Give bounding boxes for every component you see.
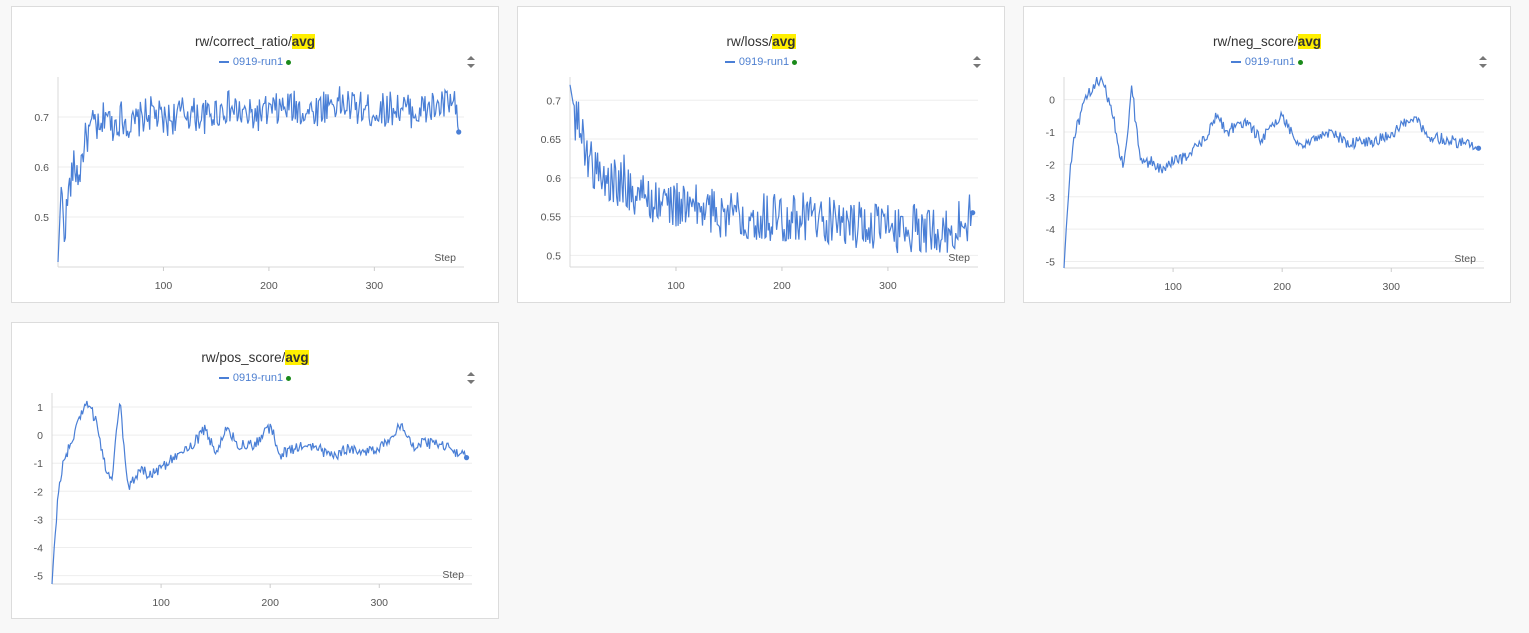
y-tick-label: 1 — [37, 402, 43, 414]
y-tick-label: 0.65 — [541, 134, 562, 146]
y-tick-label: 0.5 — [546, 250, 561, 262]
x-tick-label: 300 — [879, 280, 897, 292]
line-plot[interactable]: 0 -1 -2 -3 -4 -5 100 200 300 Step — [1024, 7, 1512, 304]
y-tick-label: -3 — [1046, 192, 1055, 204]
y-tick-label: -2 — [34, 486, 43, 498]
x-tick-label: 200 — [1273, 281, 1291, 293]
y-tick-label: -1 — [1046, 127, 1055, 139]
y-tick-label: -4 — [34, 542, 43, 554]
x-axis-label: Step — [434, 252, 456, 264]
chart-panel-neg-score: rw/neg_score/avg 0919-run1 0 -1 -2 -3 -4 -5 10… — [1023, 6, 1511, 303]
y-tick-label: 0.5 — [34, 212, 49, 224]
y-tick-label: 0 — [1049, 95, 1055, 107]
y-tick-label: 0.55 — [541, 212, 562, 224]
x-tick-label: 300 — [366, 280, 384, 292]
x-tick-label: 200 — [261, 597, 279, 609]
series-line[interactable] — [57, 86, 460, 263]
series-line[interactable] — [1063, 75, 1479, 269]
series-line[interactable] — [569, 84, 974, 254]
x-tick-label: 300 — [371, 597, 389, 609]
chart-panel-pos-score: rw/pos_score/avg 0919-run1 1 0 -1 -2 -3 -4 -5 1… — [11, 322, 499, 619]
chart-panel-loss: rw/loss/avg 0919-run1 0.5 0.55 0.6 0.65 0.7 1… — [517, 6, 1005, 303]
series-line[interactable] — [51, 400, 467, 585]
x-tick-label: 200 — [260, 280, 278, 292]
last-point-marker[interactable] — [456, 129, 462, 135]
y-tick-label: -5 — [1046, 257, 1055, 269]
line-plot[interactable]: 0.5 0.6 0.7 100 200 300 Step — [12, 7, 500, 304]
chart-panel-correct-ratio: rw/correct_ratio/avg 0919-run1 0.5 0.6 0.7… — [11, 6, 499, 303]
x-axis-label: Step — [442, 569, 464, 581]
y-tick-label: 0.7 — [34, 112, 49, 124]
line-plot[interactable]: 0.5 0.55 0.6 0.65 0.7 100 200 300 Step — [518, 7, 1006, 304]
last-point-marker[interactable] — [463, 455, 470, 461]
y-tick-label: 0.7 — [546, 95, 561, 107]
x-tick-label: 100 — [152, 597, 170, 609]
x-tick-label: 100 — [1164, 281, 1182, 293]
last-point-marker[interactable] — [970, 210, 976, 216]
y-tick-label: 0.6 — [546, 173, 561, 185]
x-tick-label: 300 — [1383, 281, 1401, 293]
x-tick-label: 200 — [773, 280, 791, 292]
x-axis-label: Step — [1454, 253, 1476, 265]
x-tick-label: 100 — [155, 280, 173, 292]
last-point-marker[interactable] — [1475, 145, 1482, 151]
x-axis-label: Step — [948, 252, 970, 264]
y-tick-label: -4 — [1046, 224, 1055, 236]
y-tick-label: 0.6 — [34, 162, 49, 174]
y-tick-label: -2 — [1046, 159, 1055, 171]
y-tick-label: -5 — [34, 571, 43, 583]
y-tick-label: -3 — [34, 514, 43, 526]
y-tick-label: -1 — [34, 458, 43, 470]
line-plot[interactable]: 1 0 -1 -2 -3 -4 -5 100 200 300 Step — [12, 323, 500, 620]
x-tick-label: 100 — [667, 280, 685, 292]
y-tick-label: 0 — [37, 430, 43, 442]
